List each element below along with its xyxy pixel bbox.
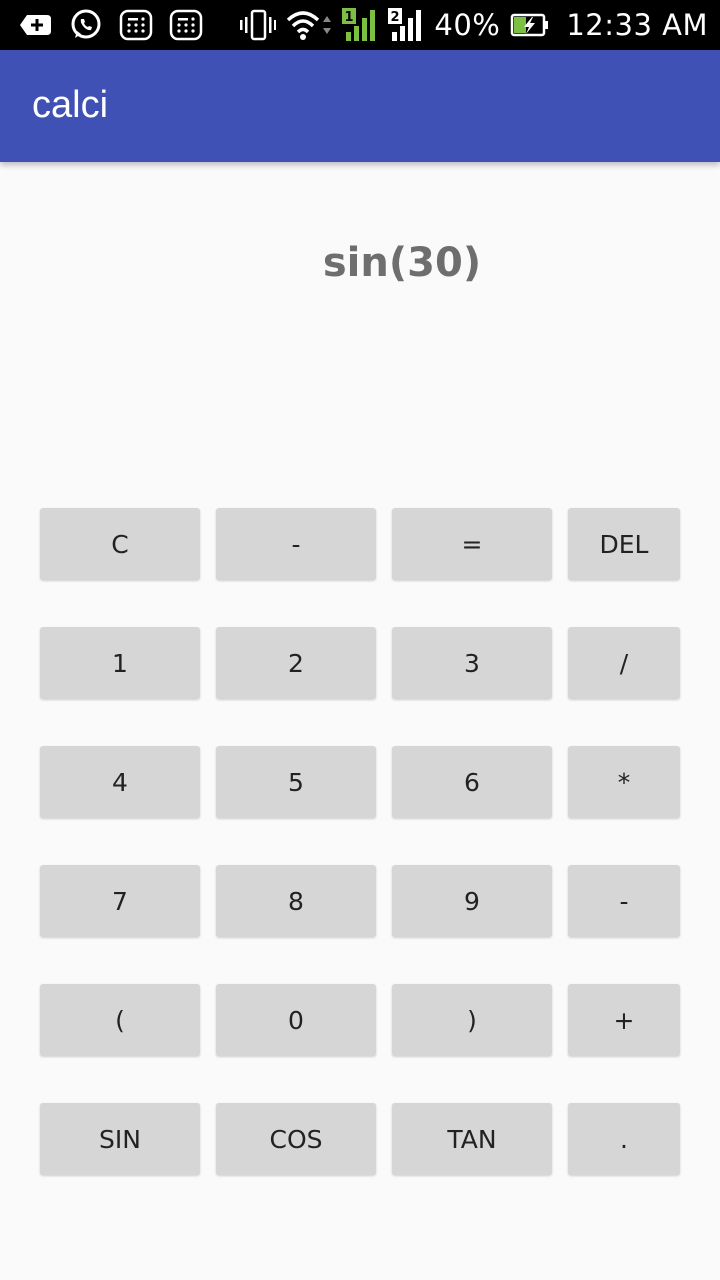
- expression-text: sin(30): [322, 240, 482, 286]
- digit-6-button[interactable]: 6: [392, 746, 552, 818]
- sin-button[interactable]: SIN: [40, 1103, 200, 1175]
- app-bar: calci: [0, 50, 720, 162]
- clock: 12:33 AM: [566, 8, 708, 42]
- digit-4-button[interactable]: 4: [40, 746, 200, 818]
- expression-display: sin(30): [0, 240, 720, 310]
- calculator-notify-icon: [168, 8, 204, 42]
- app-title: calci: [32, 84, 109, 126]
- battery-percent: 40%: [434, 8, 501, 42]
- sim2-label: 2: [391, 10, 400, 25]
- add-box-icon: [18, 8, 54, 42]
- cos-button[interactable]: COS: [216, 1103, 376, 1175]
- digit-1-button[interactable]: 1: [40, 627, 200, 699]
- wifi-icon: [286, 8, 332, 42]
- digit-9-button[interactable]: 9: [392, 865, 552, 937]
- divide-button[interactable]: /: [568, 627, 680, 699]
- digit-3-button[interactable]: 3: [392, 627, 552, 699]
- minus-button[interactable]: -: [216, 508, 376, 580]
- subtract-button[interactable]: -: [568, 865, 680, 937]
- sim1-signal-icon: 1: [342, 8, 378, 42]
- digit-0-button[interactable]: 0: [216, 984, 376, 1056]
- clear-button[interactable]: C: [40, 508, 200, 580]
- whatsapp-icon: [68, 8, 104, 42]
- decimal-button[interactable]: .: [568, 1103, 680, 1175]
- add-button[interactable]: +: [568, 984, 680, 1056]
- equals-button[interactable]: =: [392, 508, 552, 580]
- digit-8-button[interactable]: 8: [216, 865, 376, 937]
- sim1-label: 1: [345, 10, 354, 25]
- close-paren-button[interactable]: ): [392, 984, 552, 1056]
- vibrate-icon: [240, 8, 277, 42]
- digit-2-button[interactable]: 2: [216, 627, 376, 699]
- multiply-button[interactable]: *: [568, 746, 680, 818]
- status-bar: 1 2 40% 12:33 AM: [0, 0, 720, 50]
- calculator-notify-icon: [118, 8, 154, 42]
- tan-button[interactable]: TAN: [392, 1103, 552, 1175]
- battery-charging-icon: [510, 8, 550, 42]
- digit-7-button[interactable]: 7: [40, 865, 200, 937]
- delete-button[interactable]: DEL: [568, 508, 680, 580]
- sim2-signal-icon: 2: [388, 8, 424, 42]
- open-paren-button[interactable]: (: [40, 984, 200, 1056]
- digit-5-button[interactable]: 5: [216, 746, 376, 818]
